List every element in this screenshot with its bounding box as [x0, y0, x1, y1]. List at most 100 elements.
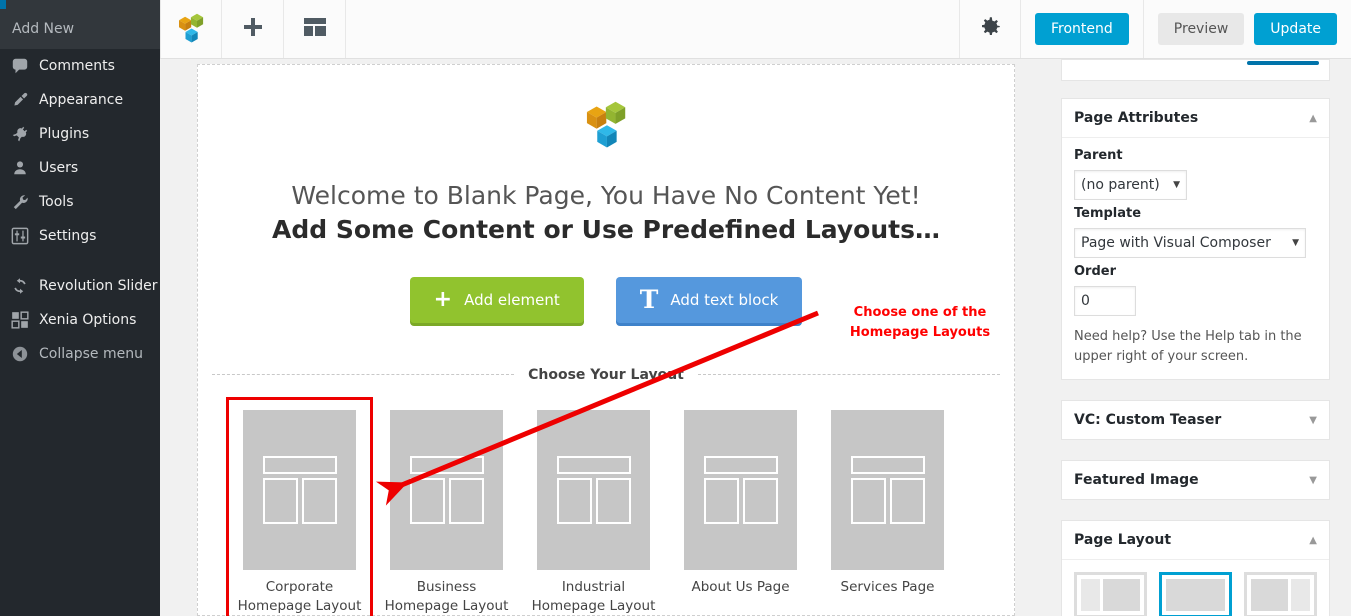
visual-composer-logo-icon[interactable]	[160, 0, 222, 58]
publish-button-partial[interactable]	[1247, 61, 1319, 65]
vc-custom-teaser-header[interactable]: VC: Custom Teaser ▼	[1062, 401, 1329, 439]
featured-image-header[interactable]: Featured Image ▼	[1062, 461, 1329, 499]
page-attributes-title: Page Attributes	[1074, 110, 1199, 126]
sidebar-item-tools[interactable]: Tools	[0, 185, 160, 219]
layout-thumbnail	[390, 409, 503, 570]
welcome-subheadline: Add Some Content or Use Predefined Layou…	[272, 214, 940, 244]
update-button[interactable]: Update	[1254, 12, 1337, 46]
featured-image-metabox: Featured Image ▼	[1061, 460, 1330, 500]
layout-label-line1: Corporate	[265, 578, 334, 595]
sync-icon	[10, 276, 30, 296]
empty-state-block: Welcome to Blank Page, You Have No Conte…	[198, 65, 1014, 349]
sidebar-item-revolution-slider[interactable]: Revolution Slider	[0, 269, 160, 303]
sidebar-item-label: Revolution Slider	[39, 278, 158, 294]
layout-label-line1: Industrial	[561, 578, 626, 595]
parent-select[interactable]: (no parent)	[1074, 170, 1187, 200]
featured-image-title: Featured Image	[1074, 472, 1199, 488]
blocks-icon	[10, 310, 30, 330]
add-text-block-button[interactable]: T Add text block	[615, 276, 803, 323]
layout-label-line2: Homepage Layout	[237, 598, 362, 615]
toolbar-actions: Preview Update	[1144, 0, 1351, 58]
parent-label: Parent	[1074, 148, 1123, 163]
frontend-button[interactable]: Frontend	[1035, 12, 1129, 46]
layout-wireframe-icon	[850, 455, 925, 524]
publish-metabox-partial[interactable]	[1061, 59, 1330, 81]
page-layout-option-full-width[interactable]	[1159, 572, 1232, 616]
layout-card-label: Industrial Homepage Layout	[529, 578, 658, 616]
chevron-down-icon[interactable]: ▼	[1309, 415, 1317, 426]
frontend-button-wrap: Frontend	[1021, 0, 1144, 58]
sidebar-item-plugins[interactable]: Plugins	[0, 117, 160, 151]
layout-card-industrial[interactable]: Industrial Homepage Layout	[520, 397, 667, 616]
plus-icon: +	[433, 286, 453, 312]
visual-composer-canvas[interactable]: Welcome to Blank Page, You Have No Conte…	[197, 64, 1015, 616]
paintbrush-icon	[10, 90, 30, 110]
settings-toolbar-button[interactable]	[959, 0, 1021, 58]
sidebar-separator	[0, 253, 160, 269]
sidebar-item-label: Comments	[39, 58, 115, 74]
template-select-wrap: Page with Visual Composer ▼	[1074, 228, 1306, 258]
sidebar-item-collapse-menu[interactable]: Collapse menu	[0, 337, 160, 371]
chevron-up-icon[interactable]: ▲	[1309, 535, 1317, 546]
order-input[interactable]	[1074, 286, 1136, 316]
layout-label-line1: Services Page	[840, 578, 935, 595]
sidebar-item-label: Xenia Options	[39, 312, 137, 328]
layout-wireframe-icon	[703, 455, 778, 524]
visual-composer-toolbar: Frontend Preview Update	[160, 0, 1351, 59]
layout-label-line2: Homepage Layout	[531, 598, 656, 615]
template-label: Template	[1074, 206, 1142, 221]
vc-custom-teaser-metabox: VC: Custom Teaser ▼	[1061, 400, 1330, 440]
templates-grid-icon	[302, 14, 328, 44]
page-layout-option-right-sidebar[interactable]	[1244, 572, 1317, 616]
chevron-up-icon[interactable]: ▲	[1309, 113, 1317, 124]
choose-layout-label: Choose Your Layout	[528, 366, 684, 383]
order-label: Order	[1074, 264, 1116, 279]
sidebar-subitem-add-new[interactable]: Add New	[0, 9, 160, 49]
sidebar-item-label: Users	[39, 160, 79, 176]
layout-card-about-us[interactable]: About Us Page	[667, 397, 814, 616]
vc-custom-teaser-title: VC: Custom Teaser	[1074, 412, 1222, 428]
sidebar-item-label: Appearance	[39, 92, 124, 108]
page-layout-options	[1062, 560, 1329, 616]
page-attributes-header[interactable]: Page Attributes ▲	[1062, 99, 1329, 138]
layout-thumbnail	[537, 409, 650, 570]
layout-card-services[interactable]: Services Page	[814, 397, 961, 616]
sidebar-item-label: Collapse menu	[39, 346, 143, 362]
comment-icon	[10, 56, 30, 76]
sidebar-item-comments[interactable]: Comments	[0, 49, 160, 83]
empty-state-actions: + Add element T Add text block	[218, 276, 994, 323]
add-text-block-label: Add text block	[670, 290, 779, 309]
user-icon	[10, 158, 30, 178]
add-element-button[interactable]: + Add element	[409, 276, 584, 323]
page-attributes-metabox: Page Attributes ▲ Parent (no parent) ▼ T…	[1061, 98, 1330, 380]
sidebar-item-label: Plugins	[39, 126, 90, 142]
page-attributes-body: Parent (no parent) ▼ Template Page with …	[1062, 138, 1329, 379]
wordpress-page-editor: Add New Comments Appearance Plugins User…	[0, 0, 1351, 616]
plus-icon	[241, 15, 265, 43]
layout-wireframe-icon	[262, 455, 337, 524]
layout-card-label: Services Page	[823, 578, 952, 598]
sidebar-item-users[interactable]: Users	[0, 151, 160, 185]
sliders-icon	[10, 226, 30, 246]
layout-wireframe-icon	[556, 455, 631, 524]
templates-toolbar-button[interactable]	[284, 0, 346, 58]
text-t-icon: T	[639, 285, 659, 314]
chevron-down-icon[interactable]: ▼	[1309, 475, 1317, 486]
layout-card-corporate[interactable]: Corporate Homepage Layout	[226, 396, 373, 616]
preview-button[interactable]: Preview	[1157, 12, 1245, 46]
parent-select-wrap: (no parent) ▼	[1074, 170, 1187, 200]
template-select[interactable]: Page with Visual Composer	[1074, 228, 1306, 258]
sidebar-item-settings[interactable]: Settings	[0, 219, 160, 253]
sidebar-item-pages-partial[interactable]	[0, 0, 160, 9]
choose-layout-divider: Choose Your Layout	[198, 367, 1014, 383]
page-layout-header[interactable]: Page Layout ▲	[1062, 521, 1329, 560]
page-layout-option-left-sidebar[interactable]	[1074, 572, 1147, 616]
layout-thumbnail	[684, 409, 797, 570]
layout-card-business[interactable]: Business Homepage Layout	[373, 397, 520, 616]
sidebar-item-xenia-options[interactable]: Xenia Options	[0, 303, 160, 337]
collapse-arrow-icon	[10, 344, 30, 364]
layout-thumbnail	[831, 409, 944, 570]
add-element-toolbar-button[interactable]	[222, 0, 284, 58]
divider-line-right	[697, 374, 1000, 375]
sidebar-item-appearance[interactable]: Appearance	[0, 83, 160, 117]
